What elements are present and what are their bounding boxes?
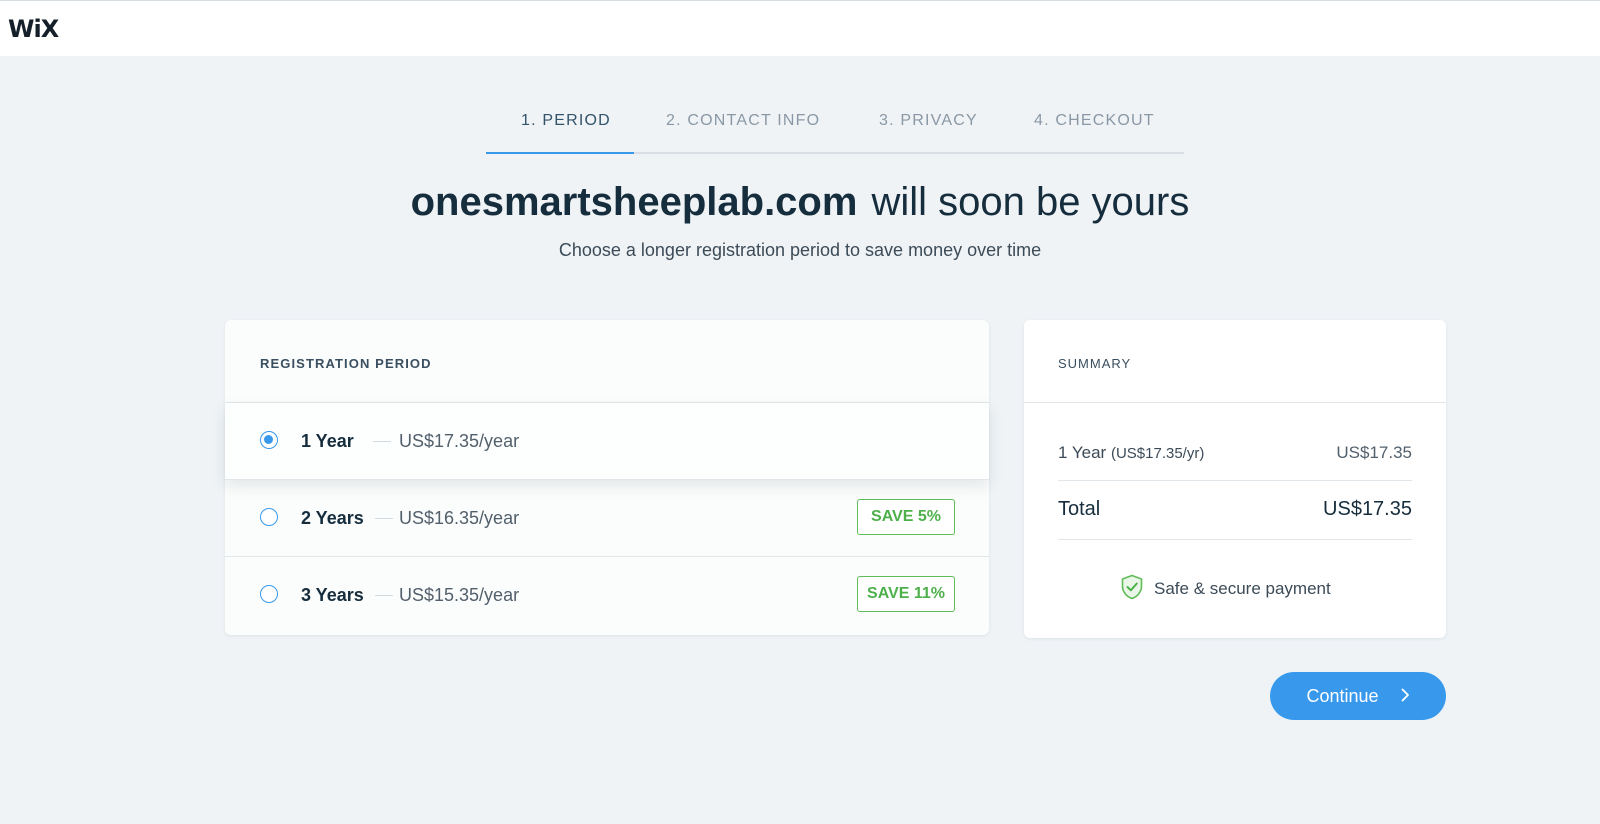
shield-check-icon [1120, 574, 1144, 605]
summary-item-label: 1 Year [1058, 443, 1107, 462]
summary-card: SUMMARY 1 Year (US$17.35/yr) US$17.35 To… [1024, 320, 1446, 638]
divider [1024, 402, 1446, 403]
chevron-right-icon [1401, 686, 1410, 707]
step-period[interactable]: 1. PERIOD [521, 112, 611, 130]
continue-button[interactable]: Continue [1270, 672, 1446, 720]
save-badge: SAVE 5% [857, 499, 955, 535]
total-label: Total [1058, 498, 1101, 520]
step-privacy[interactable]: 3. PRIVACY [879, 112, 978, 130]
divider [1058, 480, 1412, 481]
dash-separator [373, 441, 391, 442]
registration-period-card: REGISTRATION PERIOD 1 Year US$17.35/year… [225, 320, 989, 635]
page-subtitle: Choose a longer registration period to s… [558, 240, 1042, 260]
dash-separator [375, 518, 393, 519]
secure-payment-text: Safe & secure payment [1154, 579, 1331, 598]
radio-3-years[interactable] [260, 585, 278, 603]
secure-payment-note: Safe & secure payment [1120, 574, 1331, 605]
total-value: US$17.35 [1323, 498, 1412, 520]
save-badge: SAVE 11% [857, 576, 955, 612]
option-price: US$15.35/year [399, 585, 520, 605]
wix-logo[interactable]: WiX [8, 15, 59, 43]
option-price: US$16.35/year [399, 508, 520, 528]
step-contact-info[interactable]: 2. CONTACT INFO [666, 112, 820, 130]
option-price: US$17.35/year [399, 431, 520, 451]
summary-item-price: US$17.35 [1336, 443, 1412, 462]
divider [1058, 539, 1412, 540]
period-option-3-years[interactable]: 3 Years US$15.35/year SAVE 11% [225, 557, 989, 634]
checkout-stepper: 1. PERIOD 2. CONTACT INFO 3. PRIVACY 4. … [486, 100, 1184, 154]
radio-1-year[interactable] [260, 431, 278, 449]
summary-item-detail: (US$17.35/yr) [1110, 445, 1205, 462]
summary-item: 1 Year (US$17.35/yr) [1058, 443, 1204, 463]
page-title: onesmartsheeplab.com will soon be yours [0, 180, 1600, 225]
domain-name: onesmartsheeplab.com [410, 180, 858, 224]
option-label: 2 Years [301, 508, 364, 528]
registration-card-title: REGISTRATION PERIOD [260, 356, 432, 371]
option-label: 3 Years [301, 585, 364, 605]
title-suffix: will soon be yours [871, 180, 1190, 224]
summary-title: SUMMARY [1058, 356, 1132, 371]
period-option-2-years[interactable]: 2 Years US$16.35/year SAVE 5% [225, 480, 989, 557]
top-bar: WiX [0, 0, 1600, 56]
continue-label: Continue [1306, 685, 1379, 706]
active-step-indicator [486, 152, 634, 154]
step-checkout[interactable]: 4. CHECKOUT [1034, 112, 1155, 130]
radio-2-years[interactable] [260, 508, 278, 526]
period-option-1-year[interactable]: 1 Year US$17.35/year [225, 403, 989, 480]
option-label: 1 Year [301, 431, 354, 451]
divider [225, 479, 989, 480]
dash-separator [375, 595, 393, 596]
